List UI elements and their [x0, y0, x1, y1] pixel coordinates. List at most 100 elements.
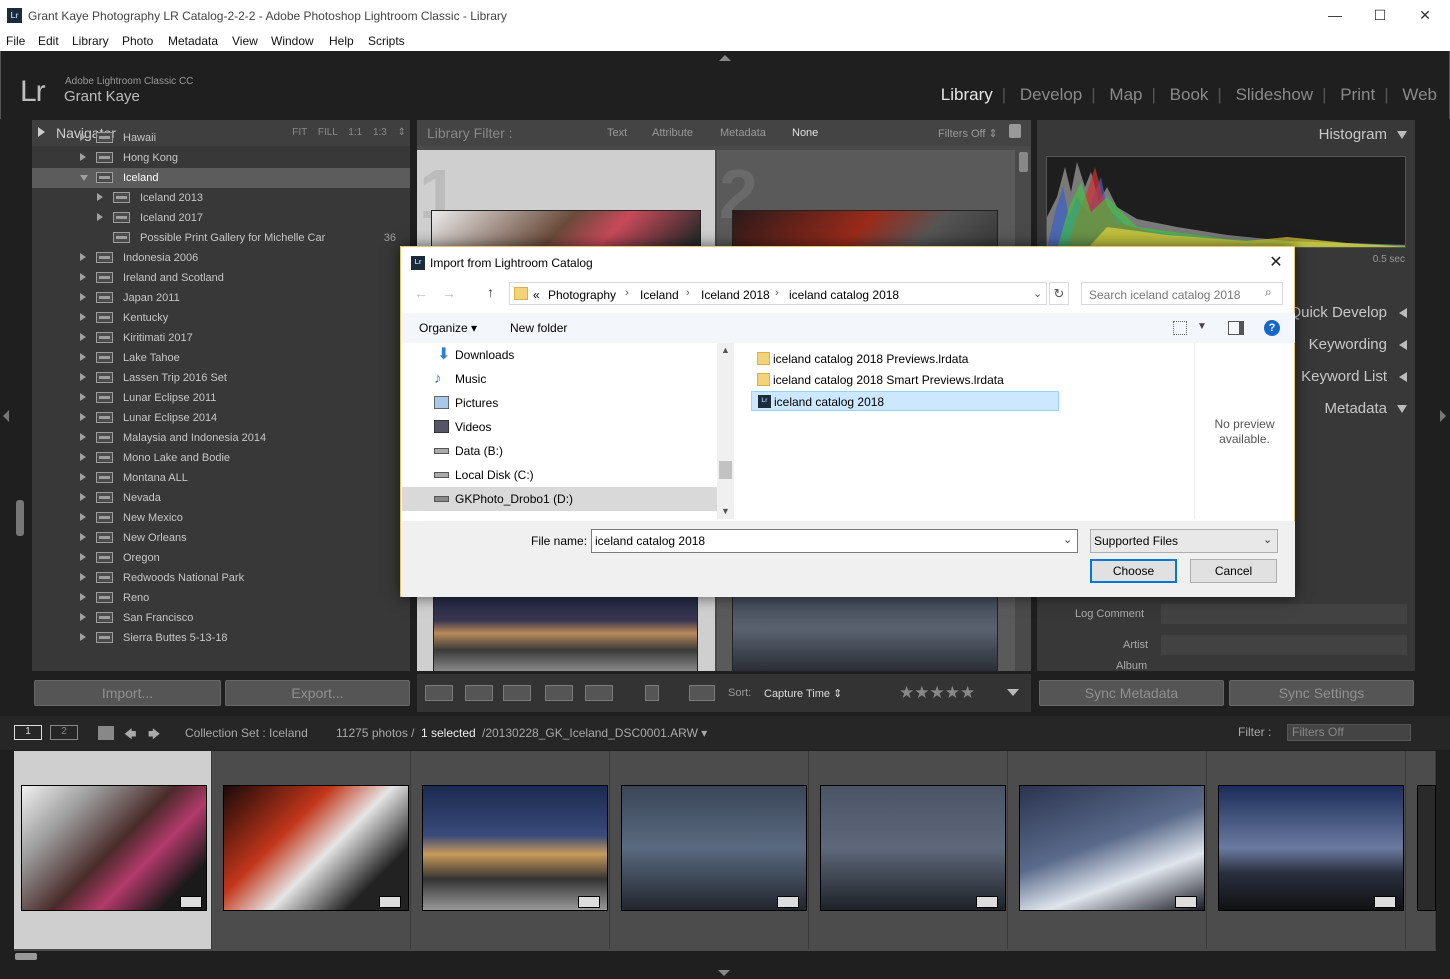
filmstrip-cell[interactable] — [412, 751, 610, 949]
folder-row[interactable]: Oregon — [32, 548, 410, 568]
collapse-bottom-arrow-icon[interactable] — [718, 970, 730, 976]
collapse-top-arrow-icon[interactable] — [719, 55, 731, 61]
cancel-button[interactable]: Cancel — [1190, 559, 1277, 583]
grid-view-icon[interactable] — [425, 685, 453, 701]
expand-triangle-icon[interactable] — [80, 153, 86, 161]
folder-row[interactable]: Possible Print Gallery for Michelle Car 3… — [32, 228, 410, 248]
folder-row[interactable]: Japan 2011 — [32, 288, 410, 308]
folder-row[interactable]: Lassen Trip 2016 Set — [32, 368, 410, 388]
expand-triangle-icon[interactable] — [80, 633, 86, 641]
filmstrip-cell[interactable] — [1407, 751, 1436, 949]
organize-menu[interactable]: Organize ▾ — [419, 321, 477, 335]
file-type-select[interactable]: Supported Files — [1090, 529, 1278, 553]
expand-triangle-icon[interactable] — [80, 473, 86, 481]
filmstrip-thumbnail[interactable] — [820, 785, 1006, 911]
spray-can-icon[interactable] — [645, 685, 659, 701]
nav-item-local-disk-c[interactable]: Local Disk (C:) — [402, 463, 717, 487]
module-print[interactable]: Print — [1340, 85, 1375, 104]
breadcrumb-iceland-2018[interactable]: Iceland 2018 — [701, 288, 770, 302]
expand-triangle-icon[interactable] — [80, 293, 86, 301]
menu-scripts[interactable]: Scripts — [368, 34, 405, 48]
filter-text[interactable]: Text — [607, 127, 627, 139]
folder-row[interactable]: Iceland 2013 — [32, 188, 410, 208]
sort-direction-icon[interactable] — [689, 685, 715, 701]
new-folder-button[interactable]: New folder — [510, 321, 567, 335]
filmstrip-cell[interactable] — [14, 751, 212, 949]
address-bar[interactable]: « Photography › Iceland › Iceland 2018 ›… — [509, 282, 1047, 305]
menu-library[interactable]: Library — [72, 34, 109, 48]
file-item[interactable]: iceland catalog 2018 Previews.lrdata — [751, 349, 1059, 369]
refresh-icon[interactable]: ↻ — [1049, 282, 1069, 305]
folder-row[interactable]: New Mexico — [32, 508, 410, 528]
folder-row[interactable]: Lunar Eclipse 2011 — [32, 388, 410, 408]
expand-triangle-icon[interactable] — [80, 453, 86, 461]
breadcrumb-current[interactable]: iceland catalog 2018 — [789, 288, 899, 302]
nav-item-videos[interactable]: Videos — [402, 415, 717, 439]
back-arrow-icon[interactable]: ← — [414, 285, 428, 301]
expand-triangle-icon[interactable] — [80, 413, 86, 421]
sync-metadata-button[interactable]: Sync Metadata — [1039, 680, 1224, 706]
menu-edit[interactable]: Edit — [38, 34, 59, 48]
filmstrip-thumbnail[interactable] — [621, 785, 807, 911]
expand-triangle-icon[interactable] — [80, 553, 86, 561]
filmstrip-cell[interactable] — [1208, 751, 1406, 949]
main-window-button[interactable]: 1 — [14, 725, 42, 740]
maximize-button[interactable]: ☐ — [1370, 5, 1390, 25]
folder-row[interactable]: New Orleans — [32, 528, 410, 548]
breadcrumb-separator-icon[interactable]: › — [625, 287, 629, 299]
breadcrumb-separator-icon[interactable]: › — [775, 287, 779, 299]
search-input[interactable]: Search iceland catalog 2018 — [1081, 282, 1283, 305]
folder-row[interactable]: Iceland — [32, 168, 410, 188]
minimize-button[interactable]: — — [1325, 5, 1345, 25]
expand-triangle-icon[interactable] — [80, 493, 86, 501]
photo-thumbnail[interactable] — [732, 586, 998, 672]
log-comment-field[interactable] — [1161, 604, 1407, 624]
module-slideshow[interactable]: Slideshow — [1236, 85, 1314, 104]
expand-triangle-icon[interactable] — [80, 533, 86, 541]
close-button[interactable]: ✕ — [1415, 5, 1435, 25]
chevron-down-icon[interactable]: ⌄ — [1263, 533, 1272, 546]
filmstrip-thumbnail[interactable] — [21, 785, 207, 911]
filmstrip-cell[interactable] — [213, 751, 411, 949]
preview-pane-icon[interactable] — [1228, 321, 1244, 335]
artist-field[interactable] — [1161, 635, 1407, 655]
nav-item-pictures[interactable]: Pictures — [402, 391, 717, 415]
back-arrow-icon[interactable]: 🡄 — [124, 725, 136, 746]
expand-triangle-icon[interactable] — [80, 593, 86, 601]
histogram-header[interactable]: Histogram — [1037, 122, 1415, 148]
nav-item-downloads[interactable]: ⬇ Downloads — [402, 343, 717, 367]
filmstrip-thumbnail[interactable] — [223, 785, 409, 911]
filmstrip-scrollbar[interactable] — [15, 953, 37, 960]
folder-row[interactable]: Lake Tahoe — [32, 348, 410, 368]
folder-row[interactable]: Redwoods National Park — [32, 568, 410, 588]
nav-pane-scrollbar[interactable]: ▲ ▼ — [717, 343, 734, 519]
filter-metadata[interactable]: Metadata — [720, 127, 766, 139]
file-name-input[interactable]: iceland catalog 2018 — [591, 529, 1078, 553]
scroll-down-arrow-icon[interactable]: ▼ — [721, 506, 730, 516]
folder-row[interactable]: San Francisco — [32, 608, 410, 628]
filmstrip-source[interactable]: Collection Set : Iceland — [185, 726, 308, 740]
folder-row[interactable]: Lunar Eclipse 2014 — [32, 408, 410, 428]
export-button[interactable]: Export... — [225, 680, 410, 706]
nav-item-data-b[interactable]: Data (B:) — [402, 439, 717, 463]
expand-triangle-icon[interactable] — [80, 253, 86, 261]
expand-triangle-icon[interactable] — [1399, 372, 1407, 382]
folder-row[interactable]: Montana ALL — [32, 468, 410, 488]
folder-row[interactable]: Nevada — [32, 488, 410, 508]
expand-triangle-icon[interactable] — [97, 213, 103, 221]
expand-triangle-icon[interactable] — [80, 373, 86, 381]
folder-row[interactable]: Hawaii — [32, 128, 410, 148]
rating-stars[interactable]: ★★★★★ — [899, 683, 975, 703]
menu-help[interactable]: Help — [329, 34, 354, 48]
expand-triangle-icon[interactable] — [1399, 340, 1407, 350]
breadcrumb-separator-icon[interactable]: › — [686, 287, 690, 299]
expand-triangle-icon[interactable] — [80, 613, 86, 621]
folder-row[interactable]: Kiritimati 2017 — [32, 328, 410, 348]
menu-photo[interactable]: Photo — [122, 34, 153, 48]
expand-triangle-icon[interactable] — [80, 133, 86, 141]
module-map[interactable]: Map — [1109, 85, 1142, 104]
module-web[interactable]: Web — [1402, 85, 1437, 104]
module-book[interactable]: Book — [1170, 85, 1209, 104]
filmstrip-filter-dropdown[interactable]: Filters Off — [1287, 724, 1411, 741]
folder-row[interactable]: Indonesia 2006 — [32, 248, 410, 268]
